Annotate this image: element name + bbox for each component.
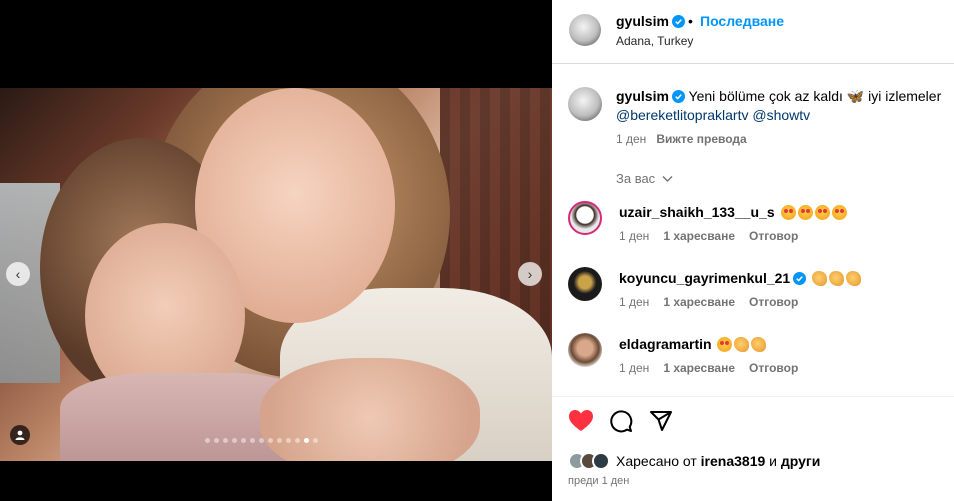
carousel-dot xyxy=(205,438,210,443)
caption-text: Yeni bölüme çok az kaldı 🦋 iyi izlemeler xyxy=(688,88,942,104)
heart-hands xyxy=(260,358,480,461)
comment-time: 1 ден xyxy=(619,229,650,243)
carousel-indicator xyxy=(205,438,318,443)
caption-time: 1 ден xyxy=(616,132,647,146)
commenter-username[interactable]: koyuncu_gayrimenkul_21 xyxy=(619,270,790,286)
comment-item: uzair_shaikh_133__u_s 1 ден 1 харесване От… xyxy=(552,199,954,243)
follow-button[interactable]: Последване xyxy=(700,13,784,29)
author-avatar[interactable] xyxy=(569,14,601,46)
comment-time: 1 ден xyxy=(619,361,650,375)
comments-filter[interactable]: За вас xyxy=(616,171,673,186)
chevron-down-icon xyxy=(662,176,673,182)
comment-likes[interactable]: 1 харесване xyxy=(663,229,735,243)
verified-icon xyxy=(793,272,807,285)
carousel-dot xyxy=(277,438,282,443)
post-date: преди 1 ден xyxy=(568,475,630,487)
media-pane: ‹ › xyxy=(0,0,552,501)
clap-emoji-icon xyxy=(812,271,828,286)
separator: • xyxy=(688,13,693,29)
heart-eyes-emoji-icon xyxy=(814,205,830,220)
author-username[interactable]: gyulsim xyxy=(616,13,685,29)
carousel-dot xyxy=(250,438,255,443)
heart-eyes-emoji-icon xyxy=(831,205,847,220)
reply-button[interactable]: Отговор xyxy=(749,295,798,309)
commenter-username[interactable]: eldagramartin xyxy=(619,336,712,352)
heart-eyes-emoji-icon xyxy=(717,337,733,352)
heart-eyes-emoji-icon xyxy=(797,205,813,220)
carousel-dot xyxy=(304,438,309,443)
comment-likes[interactable]: 1 харесване xyxy=(663,361,735,375)
post-photo[interactable] xyxy=(0,88,552,461)
clap-emoji-icon xyxy=(734,337,750,352)
carousel-dot xyxy=(214,438,219,443)
liker-username[interactable]: irena3819 xyxy=(701,453,766,469)
carousel-dot xyxy=(295,438,300,443)
verified-icon xyxy=(671,90,685,103)
clap-emoji-icon xyxy=(846,271,862,286)
carousel-prev-button[interactable]: ‹ xyxy=(6,262,30,286)
comment-icon[interactable] xyxy=(609,409,633,433)
reply-button[interactable]: Отговор xyxy=(749,229,798,243)
caption-avatar[interactable] xyxy=(568,87,602,121)
carousel-dot xyxy=(241,438,246,443)
heart-icon[interactable] xyxy=(568,409,594,433)
action-bar xyxy=(552,396,954,450)
comment-item: koyuncu_gayrimenkul_21 1 ден 1 харесване О… xyxy=(552,265,954,309)
reply-button[interactable]: Отговор xyxy=(749,361,798,375)
verified-icon xyxy=(671,15,685,28)
share-icon[interactable] xyxy=(649,409,673,433)
carousel-dot xyxy=(313,438,318,443)
translate-button[interactable]: Вижте превода xyxy=(656,132,746,146)
heart-eyes-emoji-icon xyxy=(780,205,796,220)
clap-emoji-icon xyxy=(751,337,767,352)
liker-avatar xyxy=(592,452,610,470)
commenter-avatar[interactable] xyxy=(568,201,602,235)
carousel-dot xyxy=(268,438,273,443)
caption-username[interactable]: gyulsim xyxy=(616,88,669,104)
likes-summary: Харесано от irena3819 и други xyxy=(568,452,820,470)
comment-emojis xyxy=(779,204,847,220)
caption-mentions[interactable]: @bereketlitopraklartv @showtv xyxy=(616,107,810,123)
carousel-dot xyxy=(286,438,291,443)
clap-emoji-icon xyxy=(829,271,845,286)
comment-emojis xyxy=(715,336,767,352)
commenter-username[interactable]: uzair_shaikh_133__u_s xyxy=(619,204,775,220)
comment-likes[interactable]: 1 харесване xyxy=(663,295,735,309)
comment-time: 1 ден xyxy=(619,295,650,309)
carousel-next-button[interactable]: › xyxy=(518,262,542,286)
carousel-dot xyxy=(259,438,264,443)
commenter-avatar[interactable] xyxy=(568,333,602,367)
carousel-dot xyxy=(232,438,237,443)
commenter-avatar[interactable] xyxy=(568,267,602,301)
likes-others-link[interactable]: други xyxy=(781,453,820,469)
post-header: gyulsim • Последване Adana, Turkey xyxy=(552,0,954,64)
carousel-dot xyxy=(223,438,228,443)
comment-emojis xyxy=(810,270,862,286)
comment-item: eldagramartin 1 ден 1 харесване Отговор xyxy=(552,331,954,375)
post-side-panel: gyulsim • Последване Adana, Turkey gyuls… xyxy=(552,0,954,501)
user-icon xyxy=(15,430,25,440)
location-link[interactable]: Adana, Turkey xyxy=(616,34,693,48)
tagged-users-button[interactable] xyxy=(10,425,30,445)
